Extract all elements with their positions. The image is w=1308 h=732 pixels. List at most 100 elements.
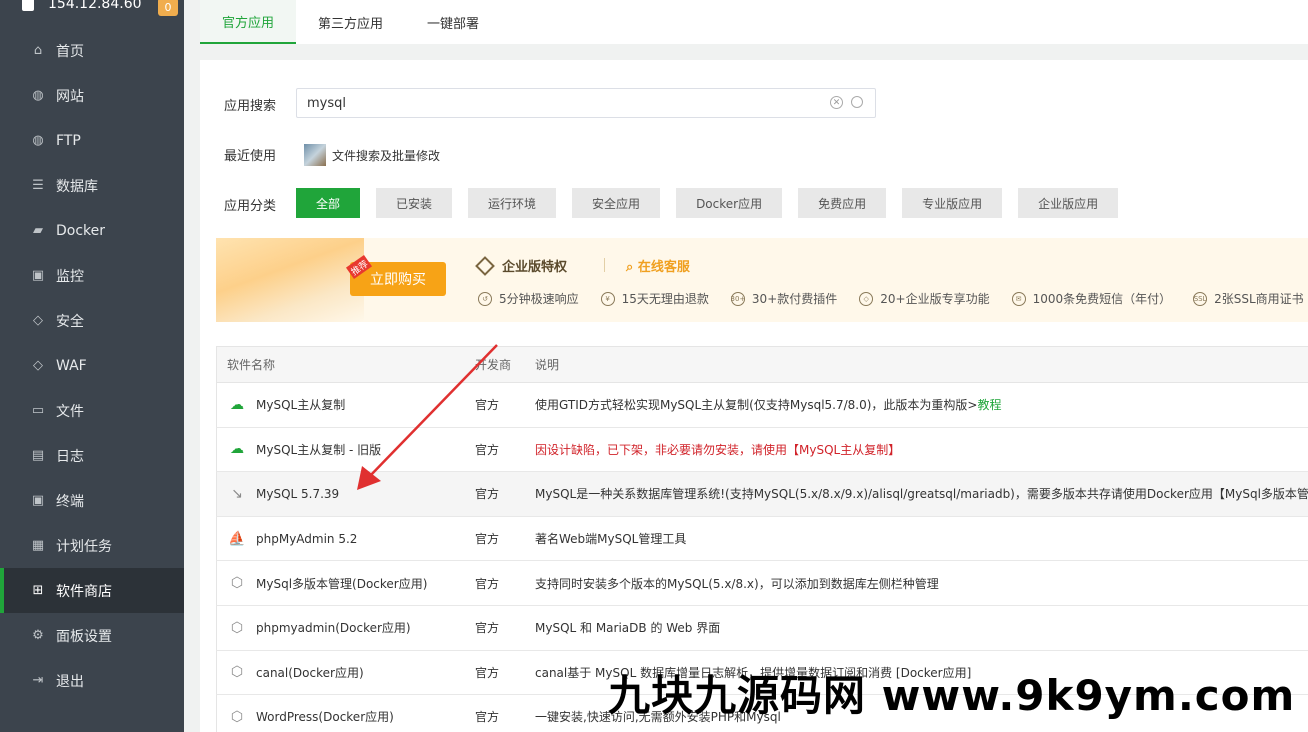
perk-label: 1000条免费短信（年付） — [1032, 292, 1172, 306]
recent-app-label: 文件搜索及批量修改 — [332, 148, 441, 163]
sidebar-item-label: 软件商店 — [56, 583, 112, 600]
app-name[interactable]: canal(Docker应用) — [256, 664, 364, 681]
perk-item: ↺ 5分钟极速响应 — [478, 290, 579, 307]
logout-icon: ⇥ — [32, 673, 44, 688]
sidebar-item-12[interactable]: ⊞ 软件商店 — [0, 568, 184, 613]
tutorial-link[interactable]: 教程 — [977, 398, 1001, 412]
enterprise-privileges-title: 企业版特权 — [475, 255, 567, 276]
sidebar-item-label: 数据库 — [56, 178, 98, 195]
search-value: mysql — [307, 95, 346, 111]
clear-icon[interactable]: ✕ — [830, 96, 843, 109]
table-row[interactable]: ↘ MySQL 5.7.39 官方 MySQL是一种关系数据库管理系统!(支持MySQ… — [216, 472, 1308, 517]
sidebar-item-7[interactable]: ◇ WAF — [0, 343, 184, 388]
sidebar-item-5[interactable]: ▣ 监控 — [0, 253, 184, 298]
sidebar-item-1[interactable]: ◍ 网站 — [0, 73, 184, 118]
tab-2[interactable]: 一键部署 — [405, 0, 501, 44]
app-vendor: 官方 — [475, 442, 500, 457]
box-icon: ⬡ — [230, 708, 244, 725]
app-description-text: 因设计缺陷，已下架，非必要请勿安装，请使用【MySQL主从复制】 — [535, 442, 901, 457]
perk-item: ¥15天无理由退款 — [600, 290, 709, 307]
category-button-1[interactable]: 已安装 — [376, 188, 453, 218]
category-button-4[interactable]: Docker应用 — [676, 188, 783, 218]
col-name-header: 软件名称 — [227, 358, 276, 372]
category-button-5[interactable]: 免费应用 — [798, 188, 887, 218]
category-button-2[interactable]: 运行环境 — [468, 188, 557, 218]
app-vendor: 官方 — [475, 710, 500, 725]
app-vendor: 官方 — [475, 665, 500, 680]
sidebar-item-2[interactable]: ◍ FTP — [0, 118, 184, 163]
table-row[interactable]: ⛵ phpMyAdmin 5.2 官方 著名Web端MySQL管理工具 — [216, 516, 1308, 562]
app-description-text: 使用GTID方式轻松实现MySQL主从复制(仅支持Mysql5.7/8.0)，此… — [535, 398, 978, 413]
perk-label: 30+款付费插件 — [751, 292, 838, 306]
sidebar-item-label: 监控 — [56, 268, 84, 285]
sidebar-item-6[interactable]: ◇ 安全 — [0, 298, 184, 343]
app-name-cell: ☁ MySQL主从复制 - 旧版 — [217, 439, 475, 459]
gear-icon: ⚙ — [32, 628, 44, 643]
sidebar-item-label: WAF — [56, 357, 87, 374]
sidebar-item-10[interactable]: ▣ 终端 — [0, 478, 184, 523]
online-service-link[interactable]: ⌕ 在线客服 — [626, 256, 690, 275]
app-name[interactable]: WordPress(Docker应用) — [256, 708, 394, 725]
app-description: 因设计缺陷，已下架，非必要请勿安装，请使用【MySQL主从复制】 — [535, 441, 1308, 458]
table-row[interactable]: ☁ MySQL主从复制 官方 使用GTID方式轻松实现MySQL主从复制(仅支持Mys… — [216, 383, 1308, 428]
recent-app[interactable]: 文件搜索及批量修改 — [304, 144, 440, 166]
search-input[interactable]: mysql ✕ — [296, 88, 876, 118]
terminal-icon: ▣ — [31, 493, 45, 508]
app-name[interactable]: MySQL主从复制 — [256, 396, 345, 413]
sidebar-item-14[interactable]: ⇥ 退出 — [0, 658, 184, 703]
home-icon: ⌂ — [33, 43, 43, 58]
table-row[interactable]: ⬡ MySql多版本管理(Docker应用) 官方 支持同时安装多个版本的MySQL(… — [216, 561, 1308, 606]
ssl-icon: SSL — [1193, 291, 1208, 306]
app-name[interactable]: MySQL主从复制 - 旧版 — [256, 441, 381, 458]
perk-label: 15天无理由退款 — [621, 292, 709, 306]
sail-icon: ⛵ — [228, 530, 246, 547]
app-name[interactable]: phpMyAdmin 5.2 — [256, 532, 357, 546]
col-desc-header: 说明 — [535, 358, 560, 372]
app-store-panel: 应用搜索 mysql ✕ 最近使用 文件搜索及批量修改 应用分类 全部 已安装 运行… — [200, 60, 1308, 732]
sidebar-item-8[interactable]: ▭ 文件 — [0, 388, 184, 433]
sidebar-item-13[interactable]: ⚙ 面板设置 — [0, 613, 184, 658]
sidebar-item-3[interactable]: ☰ 数据库 — [0, 163, 184, 208]
docker-icon: ▰ — [33, 223, 43, 238]
notification-badge[interactable]: 0 — [158, 0, 178, 16]
app-name[interactable]: phpmyadmin(Docker应用) — [256, 619, 411, 636]
app-description-text: MySQL是一种关系数据库管理系统!(支持MySQL(5.x/8.x/9.x)/… — [535, 487, 1308, 502]
app-name-cell: ↘ MySQL 5.7.39 — [217, 484, 475, 504]
app-vendor: 官方 — [475, 532, 500, 547]
sidebar-item-11[interactable]: ▦ 计划任务 — [0, 523, 184, 568]
category-button-7[interactable]: 企业版应用 — [1018, 188, 1119, 218]
shield-icon: ◇ — [33, 313, 43, 328]
category-label: 应用分类 — [224, 199, 277, 214]
app-description: MySQL是一种关系数据库管理系统!(支持MySQL(5.x/8.x/9.x)/… — [535, 485, 1308, 502]
app-name[interactable]: MySql多版本管理(Docker应用) — [256, 575, 427, 592]
diamond-icon: ◇ — [859, 291, 874, 306]
store-tabs: 官方应用 第三方应用 一键部署 — [200, 0, 1308, 44]
sidebar-item-9[interactable]: ▤ 日志 — [0, 433, 184, 478]
table-row[interactable]: ⬡ phpmyadmin(Docker应用) 官方 MySQL 和 MariaDB 的… — [216, 605, 1308, 651]
monitor-icon: ▣ — [31, 268, 45, 283]
globe-icon: ◍ — [32, 88, 44, 103]
tab-1[interactable]: 第三方应用 — [296, 0, 405, 44]
app-name-cell: ☁ MySQL主从复制 — [217, 395, 475, 415]
search-label: 应用搜索 — [224, 99, 277, 114]
clock-icon: ↺ — [478, 291, 492, 306]
search-icon[interactable] — [851, 96, 863, 108]
refund-icon: ¥ — [600, 291, 615, 306]
sidebar-item-label: 网站 — [56, 88, 84, 105]
category-button-3[interactable]: 安全应用 — [572, 188, 661, 218]
tab-0[interactable]: 官方应用 — [200, 0, 297, 44]
perk-item: SSL 2张SSL商用证书（ — [1193, 290, 1308, 307]
box-icon: ⬡ — [230, 575, 244, 592]
mail-icon: ✉ — [1011, 291, 1026, 306]
app-name[interactable]: MySQL 5.7.39 — [256, 487, 339, 501]
table-row[interactable]: ☁ MySQL主从复制 - 旧版 官方 因设计缺陷，已下架，非必要请勿安装，请使用【M… — [216, 427, 1308, 473]
server-host[interactable]: 154.12.84.60 0 — [0, 0, 184, 18]
log-icon: ▤ — [31, 448, 45, 463]
perk-label: 5分钟极速响应 — [499, 292, 579, 306]
sidebar: 154.12.84.60 0 ⌂ 首页 ◍ 网站 ◍ FTP ☰ 数据库 ▰ Docker ▣ 监控 ◇… — [0, 0, 184, 732]
category-button-0[interactable]: 全部 — [296, 188, 361, 218]
banner-wave-graphic — [216, 238, 364, 322]
sidebar-item-4[interactable]: ▰ Docker — [0, 208, 184, 253]
category-button-6[interactable]: 专业版应用 — [902, 188, 1003, 218]
sidebar-item-0[interactable]: ⌂ 首页 — [0, 28, 184, 73]
